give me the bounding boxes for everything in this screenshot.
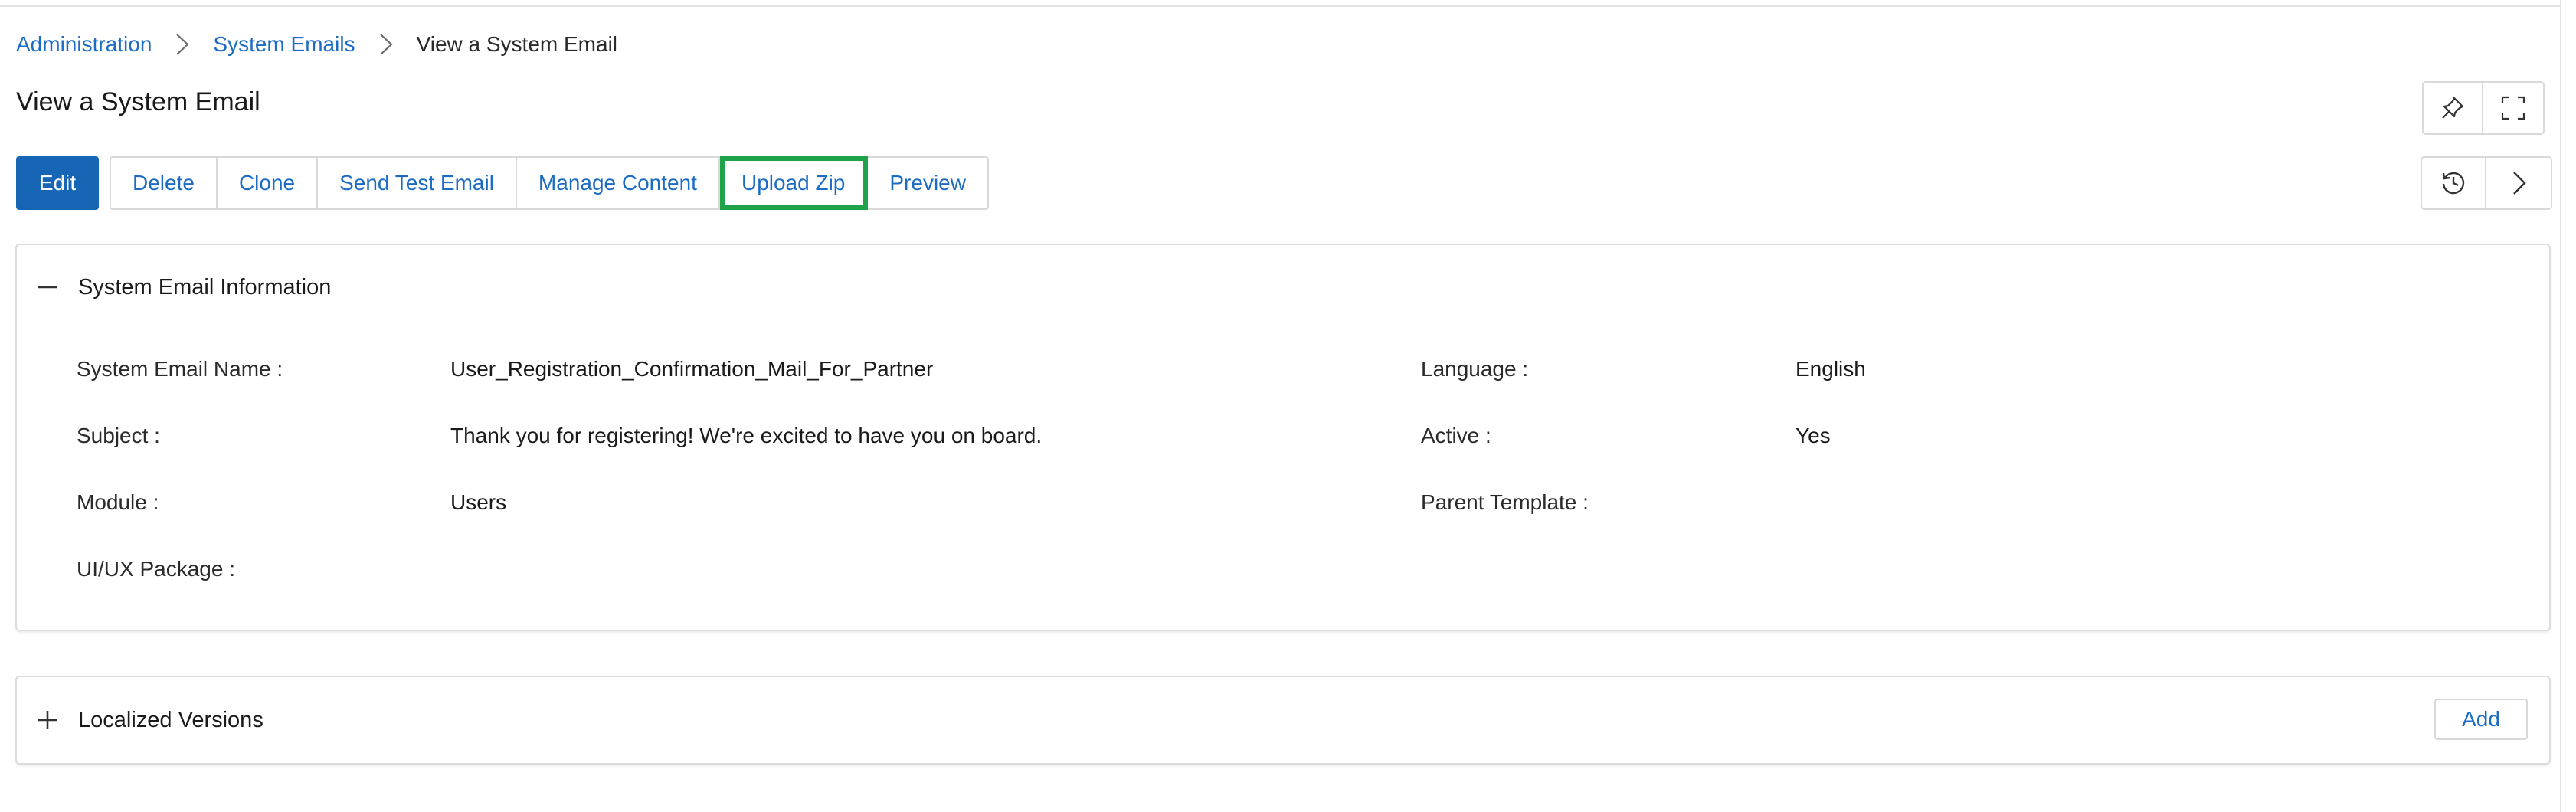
panel-title: Localized Versions <box>78 707 263 732</box>
active-value: Yes <box>1795 424 1831 447</box>
subject-label: Subject : <box>77 424 160 447</box>
top-divider <box>0 0 2561 7</box>
add-localized-version-button[interactable]: Add <box>2434 699 2528 740</box>
fullscreen-button[interactable] <box>2483 81 2545 135</box>
subject-value: Thank you for registering! We're excited… <box>450 424 1043 447</box>
breadcrumb-system-emails[interactable]: System Emails <box>213 32 355 57</box>
pin-icon <box>2442 97 2464 119</box>
delete-button[interactable]: Delete <box>110 156 218 210</box>
chevron-right-icon <box>355 29 417 60</box>
panel-title: System Email Information <box>78 274 332 300</box>
send-test-email-button[interactable]: Send Test Email <box>318 156 517 210</box>
edit-button[interactable]: Edit <box>16 156 99 210</box>
breadcrumb-administration[interactable]: Administration <box>16 32 152 57</box>
upload-zip-button[interactable]: Upload Zip <box>719 156 869 210</box>
language-value: English <box>1795 357 1866 381</box>
system-email-information-panel: System Email Information System Email Na… <box>15 244 2551 631</box>
minus-icon <box>38 286 57 289</box>
fullscreen-icon <box>2501 96 2525 120</box>
localized-versions-panel: Localized Versions Add <box>15 676 2551 765</box>
clone-button[interactable]: Clone <box>217 156 319 210</box>
right-divider <box>2560 0 2561 812</box>
pin-button[interactable] <box>2422 81 2483 135</box>
language-label: Language : <box>1421 357 1529 381</box>
panel-header: System Email Information <box>17 245 2549 329</box>
system-email-name-label: System Email Name : <box>77 357 283 381</box>
manage-content-button[interactable]: Manage Content <box>516 156 720 210</box>
module-label: Module : <box>77 490 159 514</box>
preview-button[interactable]: Preview <box>868 156 989 210</box>
chevron-right-icon <box>152 29 213 60</box>
breadcrumb: Administration System Emails View a Syst… <box>16 29 617 60</box>
uiux-package-label: UI/UX Package : <box>77 557 235 581</box>
action-bar: Delete Clone Send Test Email Manage Cont… <box>110 156 989 210</box>
page-title: View a System Email <box>16 87 260 116</box>
breadcrumb-current: View a System Email <box>416 32 618 56</box>
collapse-button[interactable] <box>17 245 78 329</box>
view-controls <box>2422 81 2545 135</box>
history-button[interactable] <box>2421 156 2486 210</box>
panel-header: Localized Versions <box>17 677 2549 763</box>
record-nav-controls <box>2421 156 2552 210</box>
system-email-name-value: User_Registration_Confirmation_Mail_For_… <box>450 357 934 381</box>
next-record-button[interactable] <box>2486 156 2552 210</box>
expand-button[interactable] <box>17 677 78 763</box>
parent-template-label: Parent Template : <box>1421 490 1589 514</box>
history-icon <box>2442 172 2465 195</box>
active-label: Active : <box>1421 424 1491 447</box>
plus-icon <box>38 711 57 729</box>
chevron-right-icon <box>2513 172 2526 195</box>
module-value: Users <box>450 490 507 514</box>
